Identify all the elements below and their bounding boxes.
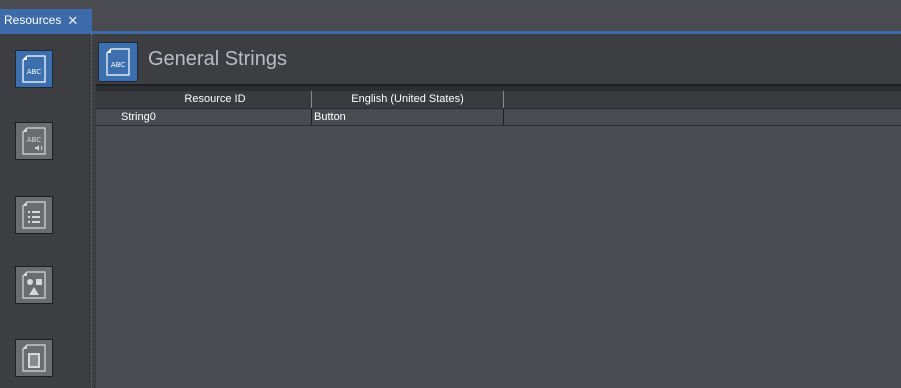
abc-document-icon: ABC	[22, 55, 46, 83]
tab-resources[interactable]: Resources ✕	[0, 9, 92, 31]
rail-item-images[interactable]	[15, 266, 53, 304]
rail-item-general-strings[interactable]: ABC	[15, 50, 53, 88]
svg-text:ABC: ABC	[27, 68, 41, 76]
strings-table: Resource ID English (United States) Stri…	[96, 91, 901, 388]
block-document-icon	[22, 344, 46, 372]
tab-accent-line	[0, 31, 901, 34]
resource-type-rail: ABC ABC	[0, 34, 92, 388]
abc-document-icon: ABC	[98, 42, 138, 82]
table-header: Resource ID English (United States)	[96, 91, 901, 109]
rail-item-list[interactable]	[15, 196, 53, 234]
column-header-english[interactable]: English (United States)	[312, 91, 504, 108]
cell-english[interactable]: Button	[312, 109, 504, 125]
svg-text:ABC: ABC	[111, 61, 125, 69]
close-icon[interactable]: ✕	[67, 14, 78, 27]
tab-strip: Resources ✕	[0, 0, 901, 31]
page-title: General Strings	[148, 48, 287, 70]
section-header: ABC General Strings	[96, 38, 901, 84]
list-document-icon	[22, 201, 46, 229]
shapes-document-icon	[22, 271, 46, 299]
tab-label: Resources	[4, 13, 62, 27]
row-header-corner	[96, 91, 119, 108]
rail-item-files[interactable]	[15, 339, 53, 377]
abc-speaker-document-icon: ABC	[22, 127, 46, 155]
cell-resource-id[interactable]: String0	[119, 109, 312, 125]
table-row[interactable]: String0 Button	[96, 109, 901, 126]
svg-text:ABC: ABC	[27, 136, 41, 144]
rail-item-speech-strings[interactable]: ABC	[15, 122, 53, 160]
column-header-resource-id[interactable]: Resource ID	[119, 91, 312, 108]
